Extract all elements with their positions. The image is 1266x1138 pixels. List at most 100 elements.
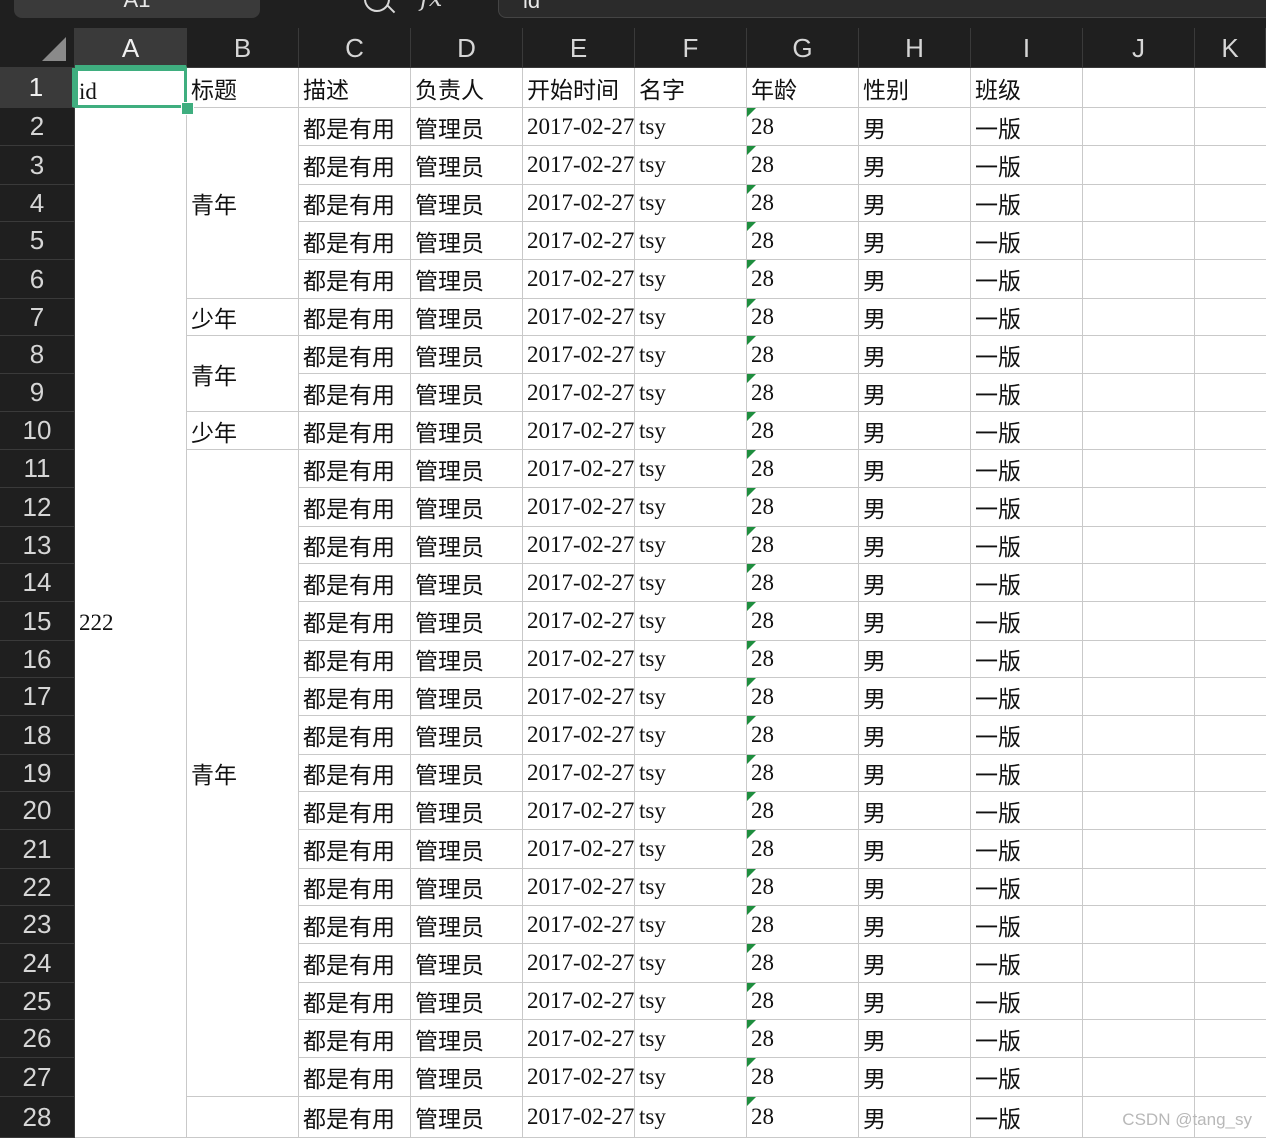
cell-h13[interactable]: 男 [859,527,971,564]
cell-c8[interactable]: 都是有用 [299,336,411,374]
row-header-28[interactable]: 28 [0,1097,75,1138]
cell-i15[interactable]: 一版 [971,602,1083,641]
cell-e3[interactable]: 2017-02-27 [523,146,635,185]
cell-g15[interactable]: 28 [747,602,859,641]
cell-i28[interactable]: 一版 [971,1097,1083,1138]
cell-e24[interactable]: 2017-02-27 [523,944,635,983]
cell-g9[interactable]: 28 [747,374,859,412]
cell-e28[interactable]: 2017-02-27 [523,1097,635,1138]
cell-h9[interactable]: 男 [859,374,971,412]
search-icon[interactable] [364,0,390,12]
cell-c13[interactable]: 都是有用 [299,527,411,564]
cell-k7[interactable] [1195,299,1266,336]
cell-e25[interactable]: 2017-02-27 [523,983,635,1020]
cell-e9[interactable]: 2017-02-27 [523,374,635,412]
cell-g22[interactable]: 28 [747,869,859,906]
cell-i17[interactable]: 一版 [971,678,1083,716]
cell-h4[interactable]: 男 [859,185,971,222]
fill-handle[interactable] [181,102,194,115]
cell-g19[interactable]: 28 [747,755,859,792]
cell-i19[interactable]: 一版 [971,755,1083,792]
row-header-26[interactable]: 26 [0,1020,75,1058]
cell-j14[interactable] [1083,564,1195,602]
cell-i7[interactable]: 一版 [971,299,1083,336]
row-header-20[interactable]: 20 [0,792,75,830]
cell-g3[interactable]: 28 [747,146,859,185]
header-cell-a[interactable]: id [75,68,187,108]
column-header-d[interactable]: D [411,28,523,68]
cell-i9[interactable]: 一版 [971,374,1083,412]
cell-k5[interactable] [1195,222,1266,260]
merged-cell-a2[interactable]: 222 [75,108,187,1138]
column-header-i[interactable]: I [971,28,1083,68]
cell-d14[interactable]: 管理员 [411,564,523,602]
cell-e2[interactable]: 2017-02-27 [523,108,635,146]
cell-j20[interactable] [1083,792,1195,830]
cell-k2[interactable] [1195,108,1266,146]
cell-d4[interactable]: 管理员 [411,185,523,222]
cell-g8[interactable]: 28 [747,336,859,374]
cell-d8[interactable]: 管理员 [411,336,523,374]
cell-k11[interactable] [1195,450,1266,488]
cell-g24[interactable]: 28 [747,944,859,983]
column-header-f[interactable]: F [635,28,747,68]
cell-j26[interactable] [1083,1020,1195,1058]
cell-j23[interactable] [1083,906,1195,944]
cell-k27[interactable] [1195,1058,1266,1097]
cell-i4[interactable]: 一版 [971,185,1083,222]
cell-c2[interactable]: 都是有用 [299,108,411,146]
cell-g26[interactable]: 28 [747,1020,859,1058]
cell-g17[interactable]: 28 [747,678,859,716]
cell-e10[interactable]: 2017-02-27 [523,412,635,450]
cell-j15[interactable] [1083,602,1195,641]
cell-f3[interactable]: tsy [635,146,747,185]
cell-d26[interactable]: 管理员 [411,1020,523,1058]
cell-f26[interactable]: tsy [635,1020,747,1058]
cell-h16[interactable]: 男 [859,641,971,678]
header-cell-e[interactable]: 开始时间 [523,68,635,108]
cell-j9[interactable] [1083,374,1195,412]
cell-f20[interactable]: tsy [635,792,747,830]
cell-f28[interactable]: tsy [635,1097,747,1138]
row-header-23[interactable]: 23 [0,906,75,944]
cell-j13[interactable] [1083,527,1195,564]
cell-j18[interactable] [1083,716,1195,755]
cell-c23[interactable]: 都是有用 [299,906,411,944]
row-header-1[interactable]: 1 [0,68,75,108]
cell-k10[interactable] [1195,412,1266,450]
cell-f22[interactable]: tsy [635,869,747,906]
header-cell-d[interactable]: 负责人 [411,68,523,108]
cell-i12[interactable]: 一版 [971,488,1083,527]
cell-h7[interactable]: 男 [859,299,971,336]
cell-d2[interactable]: 管理员 [411,108,523,146]
cell-d21[interactable]: 管理员 [411,830,523,869]
cell-f25[interactable]: tsy [635,983,747,1020]
row-header-3[interactable]: 3 [0,146,75,185]
cell-j8[interactable] [1083,336,1195,374]
cell-h14[interactable]: 男 [859,564,971,602]
cell-f19[interactable]: tsy [635,755,747,792]
name-box[interactable]: A1 [14,0,260,18]
column-header-j[interactable]: J [1083,28,1195,68]
cell-c20[interactable]: 都是有用 [299,792,411,830]
row-header-11[interactable]: 11 [0,450,75,488]
cell-f2[interactable]: tsy [635,108,747,146]
cell-c26[interactable]: 都是有用 [299,1020,411,1058]
cell-h24[interactable]: 男 [859,944,971,983]
cell-i8[interactable]: 一版 [971,336,1083,374]
cell-d11[interactable]: 管理员 [411,450,523,488]
cell-h25[interactable]: 男 [859,983,971,1020]
cell-g23[interactable]: 28 [747,906,859,944]
cell-k25[interactable] [1195,983,1266,1020]
cell-j27[interactable] [1083,1058,1195,1097]
cell-i10[interactable]: 一版 [971,412,1083,450]
cell-g10[interactable]: 28 [747,412,859,450]
cell-k3[interactable] [1195,146,1266,185]
cell-g5[interactable]: 28 [747,222,859,260]
cell-e15[interactable]: 2017-02-27 [523,602,635,641]
cell-c10[interactable]: 都是有用 [299,412,411,450]
row-header-25[interactable]: 25 [0,983,75,1020]
cell-g27[interactable]: 28 [747,1058,859,1097]
cell-c4[interactable]: 都是有用 [299,185,411,222]
cell-k23[interactable] [1195,906,1266,944]
